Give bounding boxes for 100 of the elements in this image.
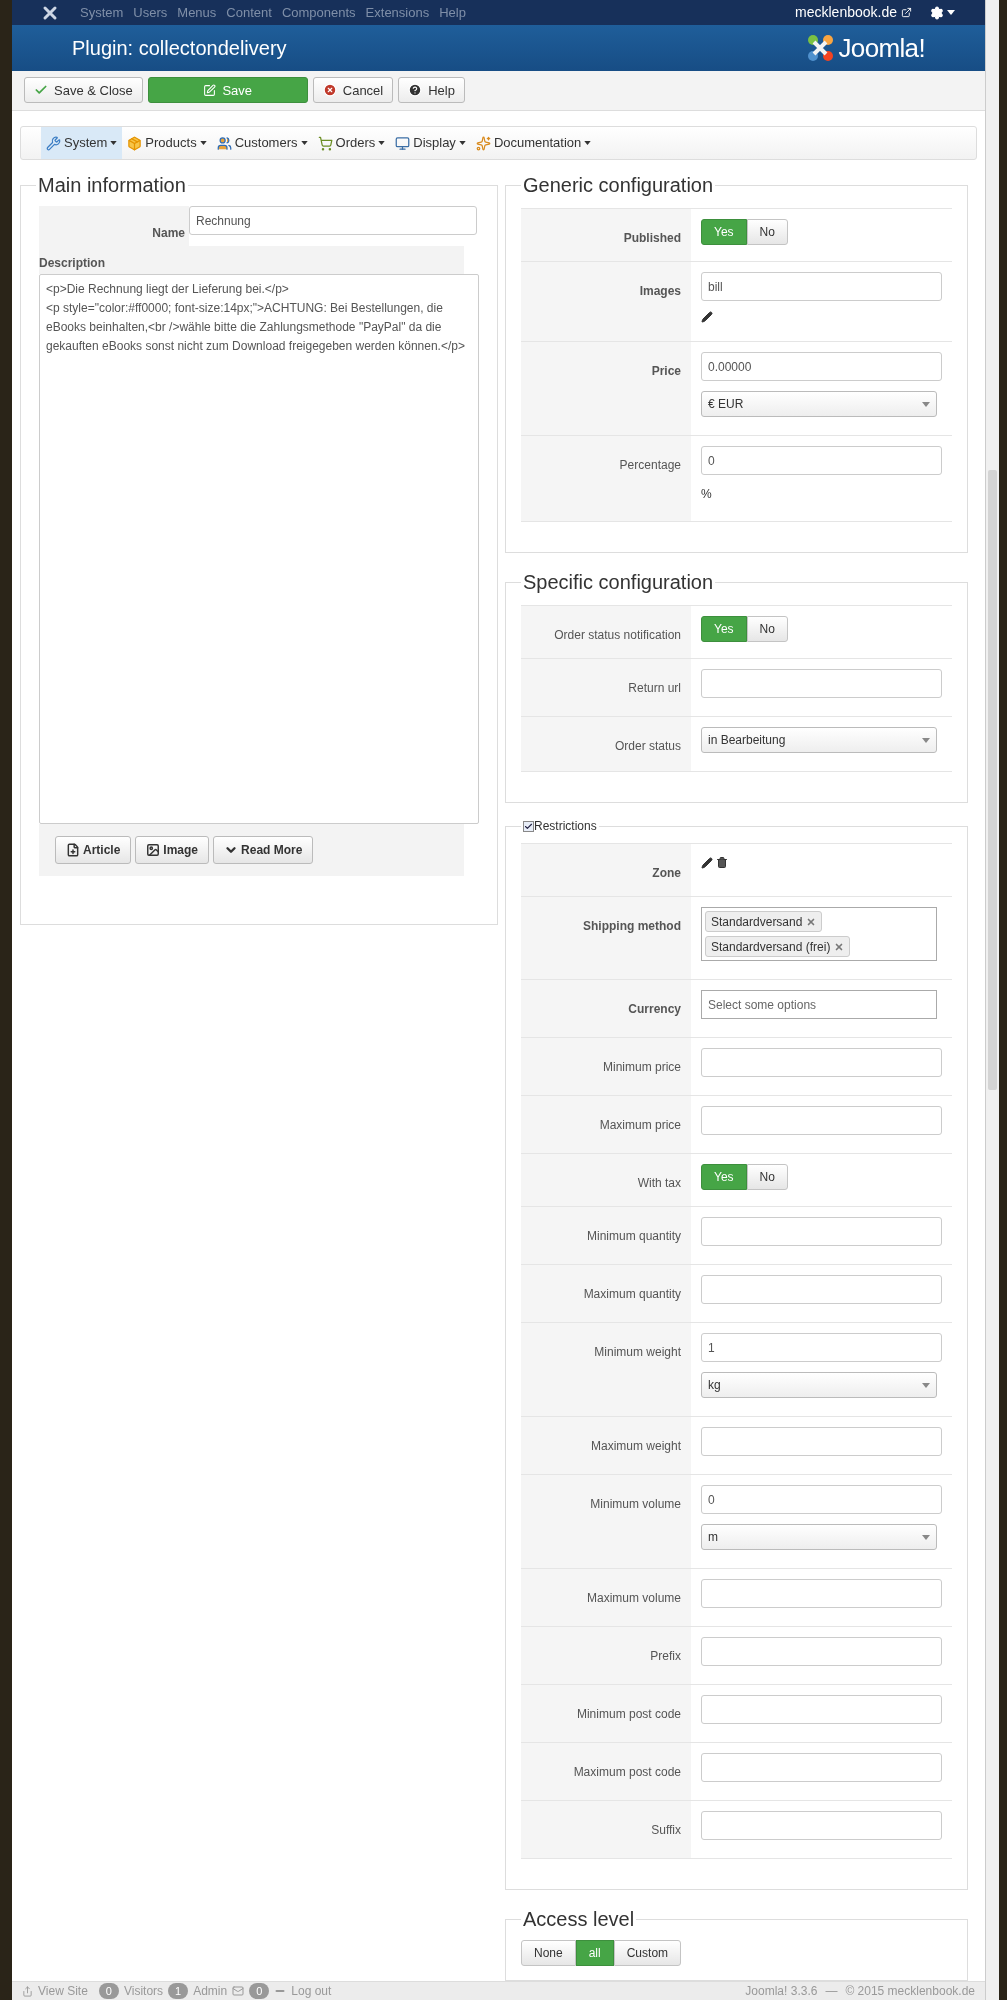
caret-icon xyxy=(922,1534,930,1540)
sparkle-icon xyxy=(475,135,491,151)
input-field[interactable] xyxy=(701,1811,942,1840)
menu-item[interactable]: Menus xyxy=(177,2,217,23)
scrollbar[interactable] xyxy=(985,0,999,2000)
trash-icon[interactable] xyxy=(716,856,728,869)
page-title: Plugin: collectondelivery xyxy=(72,36,287,62)
help-icon xyxy=(408,83,423,98)
input-field[interactable] xyxy=(701,1427,942,1456)
input-field[interactable]: 0.00000 xyxy=(701,352,942,381)
input-field[interactable] xyxy=(701,1275,942,1304)
menu-item[interactable]: Users xyxy=(133,2,168,23)
caret-icon xyxy=(110,141,118,145)
toggle-option[interactable]: Custom xyxy=(613,1940,682,1966)
field-label: Minimum post code xyxy=(576,1707,681,1721)
section-title: Main information xyxy=(38,173,186,198)
multi-select-field[interactable]: Select some options xyxy=(701,990,937,1019)
pencil-icon[interactable] xyxy=(701,311,713,323)
input-field[interactable] xyxy=(701,1048,942,1077)
input-field[interactable] xyxy=(701,1106,942,1135)
toggle-option[interactable]: No xyxy=(746,616,788,642)
menu-item[interactable]: Components xyxy=(281,2,356,23)
input-field[interactable] xyxy=(701,1695,942,1724)
input-field[interactable]: 1 xyxy=(701,1333,942,1362)
field-label: Maximum weight xyxy=(590,1439,681,1453)
field-label: Maximum volume xyxy=(586,1591,681,1605)
settings-menu[interactable] xyxy=(930,5,955,20)
component-menu-item[interactable]: Products xyxy=(122,127,212,159)
count-badge: 0 xyxy=(98,1982,119,2000)
field-label: Shipping method xyxy=(583,919,681,933)
menu-item[interactable]: System xyxy=(80,2,124,23)
checkbox[interactable] xyxy=(523,820,534,832)
pencil-icon[interactable] xyxy=(701,856,713,869)
field-label: Published xyxy=(623,231,681,245)
multi-select-field[interactable]: Standardversand Standardversand (frei) xyxy=(701,907,937,961)
site-link[interactable]: mecklenbook.de xyxy=(795,2,897,24)
menu-item[interactable]: Help xyxy=(439,2,466,23)
input-field[interactable]: Rechnung xyxy=(189,206,477,235)
component-menu-item[interactable]: System xyxy=(41,127,123,159)
input-field[interactable] xyxy=(701,1753,942,1782)
field-label: Minimum weight xyxy=(594,1345,681,1359)
description-editor[interactable]: <p>Die Rechnung liegt der Lieferung bei.</p> <p style="color:#ff0000; font-size:14px;">ACHTUNG: Bei Bestellungen, die eBooks beinhalten,<br />wähle bitte die Zahlungsmethode "PayPal" da die gekauften eBooks sonst nicht zum Download freigegeben werden können.</p> xyxy=(39,274,479,824)
edit-icon xyxy=(203,83,217,97)
dropdown[interactable]: m xyxy=(701,1524,937,1550)
toggle-option[interactable]: No xyxy=(746,1164,788,1190)
wrench-icon xyxy=(46,135,61,151)
remove-icon[interactable] xyxy=(834,941,845,952)
cart-icon xyxy=(317,135,333,151)
editor-button[interactable]: Image xyxy=(135,836,210,864)
external-link-icon xyxy=(901,7,912,19)
field-label: Name xyxy=(152,226,185,240)
field-label: With tax xyxy=(637,1176,681,1190)
field-label: Order status notification xyxy=(554,628,681,642)
remove-icon[interactable] xyxy=(806,916,817,927)
field-label: Description xyxy=(39,256,105,270)
selected-tag[interactable]: Standardversand xyxy=(705,911,823,932)
toolbar-button[interactable]: Save & Close xyxy=(24,77,143,104)
field-label: Images xyxy=(639,284,681,298)
input-field[interactable]: 0 xyxy=(701,1485,942,1514)
input-field[interactable] xyxy=(701,669,942,698)
caret-icon xyxy=(458,141,466,145)
editor-button[interactable]: Article xyxy=(55,836,132,864)
box-icon xyxy=(127,135,143,151)
input-field[interactable] xyxy=(701,1217,942,1246)
separator-text: — xyxy=(825,1983,838,2000)
toolbar-button[interactable]: Cancel xyxy=(312,77,394,104)
field-label: Maximum quantity xyxy=(583,1287,681,1301)
component-menu-item[interactable]: Orders xyxy=(312,127,391,159)
field-label: Price xyxy=(651,364,681,378)
dropdown[interactable]: € EUR xyxy=(701,391,937,417)
toolbar-button[interactable]: Help xyxy=(398,77,465,104)
settings-icon xyxy=(930,5,944,20)
input-field[interactable] xyxy=(701,1579,942,1608)
field-label: Return url xyxy=(628,681,681,695)
field-label: Percentage xyxy=(619,458,681,472)
caret-icon xyxy=(584,141,592,145)
field-label: Prefix xyxy=(650,1649,681,1663)
menu-item[interactable]: Content xyxy=(226,2,272,23)
component-menu-item[interactable]: Documentation xyxy=(470,127,597,159)
component-menu-item[interactable]: Customers xyxy=(211,127,313,159)
count-badge: 0 xyxy=(249,1982,270,2000)
dropdown[interactable]: kg xyxy=(701,1372,937,1398)
toggle-option[interactable]: None xyxy=(521,1940,576,1966)
input-field[interactable]: 0 xyxy=(701,446,942,475)
input-field[interactable] xyxy=(701,1637,942,1666)
caret-icon xyxy=(300,141,308,145)
toggle-option[interactable]: No xyxy=(746,219,788,245)
monitor-icon xyxy=(395,135,411,151)
section-title: Restrictions xyxy=(534,818,597,835)
selected-tag[interactable]: Standardversand (frei) xyxy=(705,936,851,957)
count-badge: 1 xyxy=(168,1982,189,2000)
section-title: Access level xyxy=(523,1908,635,1930)
input-field[interactable]: bill xyxy=(701,272,942,301)
field-label: Order status xyxy=(614,739,681,753)
editor-button[interactable]: Read More xyxy=(213,836,314,864)
dropdown[interactable]: in Bearbeitung xyxy=(701,727,937,753)
mail-icon xyxy=(232,1985,245,1997)
image-icon xyxy=(146,843,161,857)
menu-item[interactable]: Extensions xyxy=(365,2,430,23)
component-menu-item[interactable]: Display xyxy=(390,127,471,159)
